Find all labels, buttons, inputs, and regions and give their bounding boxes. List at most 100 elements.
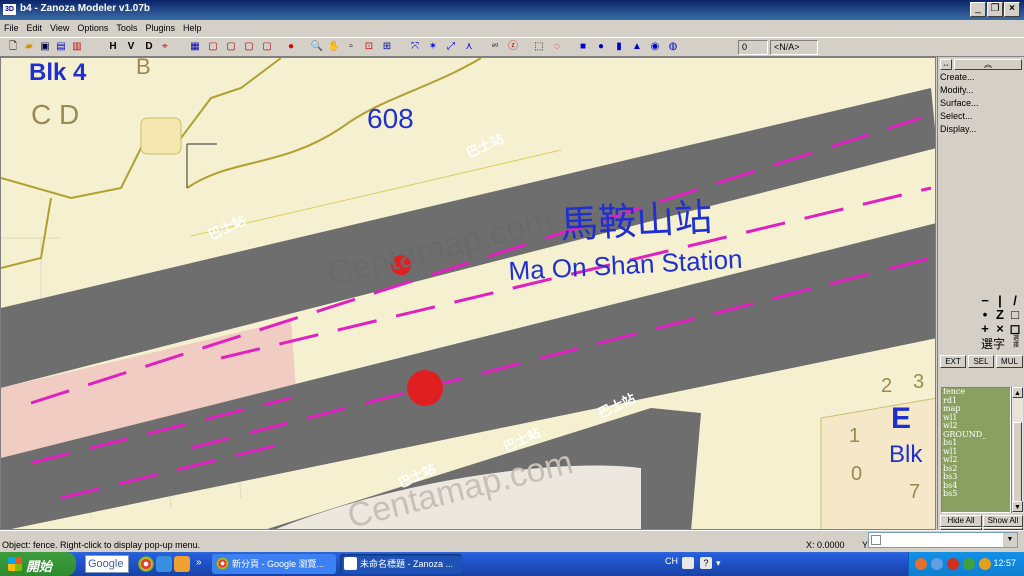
- filter-point-icon[interactable]: •: [978, 308, 992, 322]
- mtr-logo-2: [407, 370, 443, 406]
- google-toolbar[interactable]: Google: [85, 555, 129, 573]
- task-chrome[interactable]: 新分頁 - Google 瀏覽...: [212, 554, 336, 574]
- tray-chrome-icon[interactable]: [979, 558, 991, 570]
- snap-icon[interactable]: ⁸⁰: [488, 40, 502, 54]
- action-modify[interactable]: Modify...: [940, 85, 973, 95]
- zoom-extent-icon[interactable]: ▫: [344, 40, 358, 54]
- combo-checkbox[interactable]: [871, 535, 881, 545]
- view-v-button[interactable]: V: [124, 40, 138, 54]
- menu-plugins[interactable]: Plugins: [141, 20, 179, 33]
- mode-sel-button[interactable]: SEL: [968, 355, 994, 368]
- spinner-field[interactable]: 0: [738, 40, 768, 55]
- create-plane-icon[interactable]: ◍: [666, 40, 680, 54]
- pan-hand-icon[interactable]: ✋: [327, 40, 341, 54]
- scale-icon[interactable]: ⤢: [444, 40, 458, 54]
- tray-back-icon[interactable]: [915, 558, 927, 570]
- label-blk-right: Blk: [889, 441, 923, 468]
- menu-edit[interactable]: Edit: [23, 20, 47, 33]
- panel-collapse-button[interactable]: ︽: [954, 59, 1022, 70]
- view-h-button[interactable]: H: [106, 40, 120, 54]
- box-top-icon[interactable]: ▢: [260, 40, 274, 54]
- filter-cross-icon[interactable]: ×: [993, 322, 1007, 336]
- zoom-icon[interactable]: 🔍: [310, 40, 324, 54]
- filter-line-icon[interactable]: −: [978, 294, 992, 308]
- box-side-icon[interactable]: ▢: [242, 40, 256, 54]
- panel-toggle-icon[interactable]: ⇔: [940, 59, 952, 70]
- mirror-icon[interactable]: ⋏: [462, 40, 476, 54]
- nav-field[interactable]: <N/A>: [770, 40, 818, 55]
- scroll-thumb[interactable]: [1013, 422, 1022, 502]
- filter-z-icon[interactable]: Z: [993, 308, 1007, 322]
- export-icon[interactable]: ▥: [70, 40, 84, 54]
- menu-options[interactable]: Options: [73, 20, 112, 33]
- layer-item[interactable]: bs5: [942, 489, 1010, 499]
- task-zanoza[interactable]: 未命名標題 - Zanoza ...: [340, 554, 462, 574]
- title-bar: 3D b4 - Zanoza Modeler v1.07b _ ❐ ×: [0, 0, 1024, 20]
- quicklaunch-more-icon[interactable]: »: [196, 557, 202, 568]
- create-torus-icon[interactable]: ◉: [648, 40, 662, 54]
- action-select[interactable]: Select...: [940, 111, 973, 121]
- select-circle-icon[interactable]: ◌: [550, 40, 564, 54]
- mode-mul-button[interactable]: MUL: [996, 355, 1023, 368]
- viewport[interactable]: Centamap.com Centamap.com Blk 4 B C D 60…: [0, 57, 936, 530]
- filter-small-label: 選 擇: [1012, 336, 1019, 349]
- filter-square-icon[interactable]: □: [1008, 308, 1022, 322]
- minimize-button[interactable]: _: [970, 2, 986, 17]
- menu-view[interactable]: View: [46, 20, 73, 33]
- action-create[interactable]: Create...: [940, 72, 975, 82]
- select-rect-icon[interactable]: ⬚: [532, 40, 546, 54]
- maximize-button[interactable]: ❐: [987, 2, 1003, 17]
- filter-plus-icon[interactable]: +: [978, 322, 992, 336]
- chrome-icon[interactable]: [138, 556, 154, 572]
- start-button[interactable]: 開始: [0, 552, 76, 576]
- menu-file[interactable]: File: [0, 20, 23, 33]
- scroll-up-icon[interactable]: ▲: [1012, 387, 1023, 398]
- hide-all-button[interactable]: Hide All: [940, 515, 982, 527]
- show-all-button[interactable]: Show All: [983, 515, 1023, 527]
- create-sphere-icon[interactable]: ●: [594, 40, 608, 54]
- import-icon[interactable]: ▤: [54, 40, 68, 54]
- box-icon[interactable]: ▢: [206, 40, 220, 54]
- action-display[interactable]: Display...: [940, 124, 976, 134]
- z-axis-icon[interactable]: ⓩ: [506, 40, 520, 54]
- filter-rect-icon[interactable]: ◻: [1008, 322, 1022, 336]
- view-3d-icon[interactable]: ⌖: [158, 40, 172, 54]
- save-icon[interactable]: ▣: [38, 40, 52, 54]
- tray-arrow-icon[interactable]: ▾: [716, 558, 721, 569]
- menu-help[interactable]: Help: [179, 20, 206, 33]
- create-cone-icon[interactable]: ▲: [630, 40, 644, 54]
- rotate-icon[interactable]: ✶: [426, 40, 440, 54]
- filter-vertical-icon[interactable]: |: [993, 294, 1007, 308]
- media-icon[interactable]: [174, 556, 190, 572]
- action-surface[interactable]: Surface...: [940, 98, 979, 108]
- open-folder-icon[interactable]: ▰: [22, 40, 36, 54]
- layer-scrollbar[interactable]: ▲ ▼: [1011, 387, 1023, 513]
- new-file-icon[interactable]: 🗋: [6, 40, 20, 54]
- close-button[interactable]: ×: [1004, 2, 1020, 17]
- menu-tools[interactable]: Tools: [112, 20, 141, 33]
- command-combo[interactable]: ▼: [868, 532, 1018, 548]
- create-box-icon[interactable]: ■: [576, 40, 590, 54]
- layer-list[interactable]: fence rd1 map wl1 wl2 GROUND_ bs1 wl1 wl…: [941, 387, 1011, 513]
- filter-diagonal-icon[interactable]: /: [1008, 294, 1022, 308]
- render-sphere-icon[interactable]: ●: [284, 40, 298, 54]
- zoom-region-icon[interactable]: ⊡: [362, 40, 376, 54]
- create-cylinder-icon[interactable]: ▮: [612, 40, 626, 54]
- box-front-icon[interactable]: ▢: [224, 40, 238, 54]
- station-name-zh: 馬鞍山站: [559, 195, 713, 247]
- keyboard-icon[interactable]: [682, 557, 694, 569]
- zoom-all-icon[interactable]: ⊞: [380, 40, 394, 54]
- move-icon[interactable]: ⤧: [408, 40, 422, 54]
- language-indicator[interactable]: CH: [665, 556, 678, 566]
- tray-network-icon[interactable]: [931, 558, 943, 570]
- label-1: 1: [849, 425, 860, 447]
- tray-antivirus-icon[interactable]: [947, 558, 959, 570]
- chevron-down-icon[interactable]: ▼: [1003, 533, 1017, 547]
- view-d-button[interactable]: D: [142, 40, 156, 54]
- scroll-down-icon[interactable]: ▼: [1012, 501, 1023, 512]
- ie-icon[interactable]: [156, 556, 172, 572]
- tray-update-icon[interactable]: [963, 558, 975, 570]
- help-icon[interactable]: ?: [700, 557, 712, 569]
- mode-ext-button[interactable]: EXT: [940, 355, 966, 368]
- grid-icon[interactable]: ▦: [188, 40, 202, 54]
